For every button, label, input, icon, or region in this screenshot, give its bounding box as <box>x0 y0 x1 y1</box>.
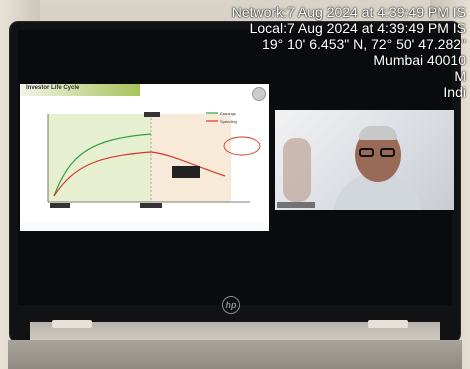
presentation-slide: Investor Life Cycle Earnings Spending <box>20 84 269 231</box>
hinge-tab-right <box>368 320 408 328</box>
laptop-base <box>8 340 462 369</box>
city-line: Mumbai 40010 <box>373 52 466 68</box>
network-time: Network:7 Aug 2024 at 4:39:49 PM IS <box>231 4 466 20</box>
hinge-tab-left <box>52 320 92 328</box>
background-figure <box>283 138 311 202</box>
legend-earnings: Earnings <box>220 111 236 116</box>
overlay-line-6: Indi <box>443 84 466 100</box>
presenter-hair <box>359 126 397 140</box>
local-time: Local:7 Aug 2024 at 4:39:49 PM IS <box>249 20 466 36</box>
late-phase-band <box>151 114 231 202</box>
early-phase-band <box>48 114 151 202</box>
x-label-mid <box>140 203 162 208</box>
overlay-line-5: M <box>454 68 466 84</box>
x-label-start <box>50 203 70 208</box>
hp-logo-icon: hp <box>222 296 240 314</box>
dark-callout-box <box>172 166 200 178</box>
gps-coordinates: 19° 10' 6.453" N, 72° 50' 47.282" <box>262 36 466 52</box>
life-cycle-chart: Earnings Spending <box>47 111 261 208</box>
slide-footer <box>20 223 269 231</box>
glasses-icon <box>359 148 399 158</box>
geo-timestamp-overlay: Network:7 Aug 2024 at 4:39:49 PM IS Loca… <box>232 4 466 100</box>
video-feed <box>275 110 454 210</box>
peak-label <box>144 112 160 117</box>
legend-spending: Spending <box>220 119 237 124</box>
participant-name-tag <box>277 202 315 208</box>
